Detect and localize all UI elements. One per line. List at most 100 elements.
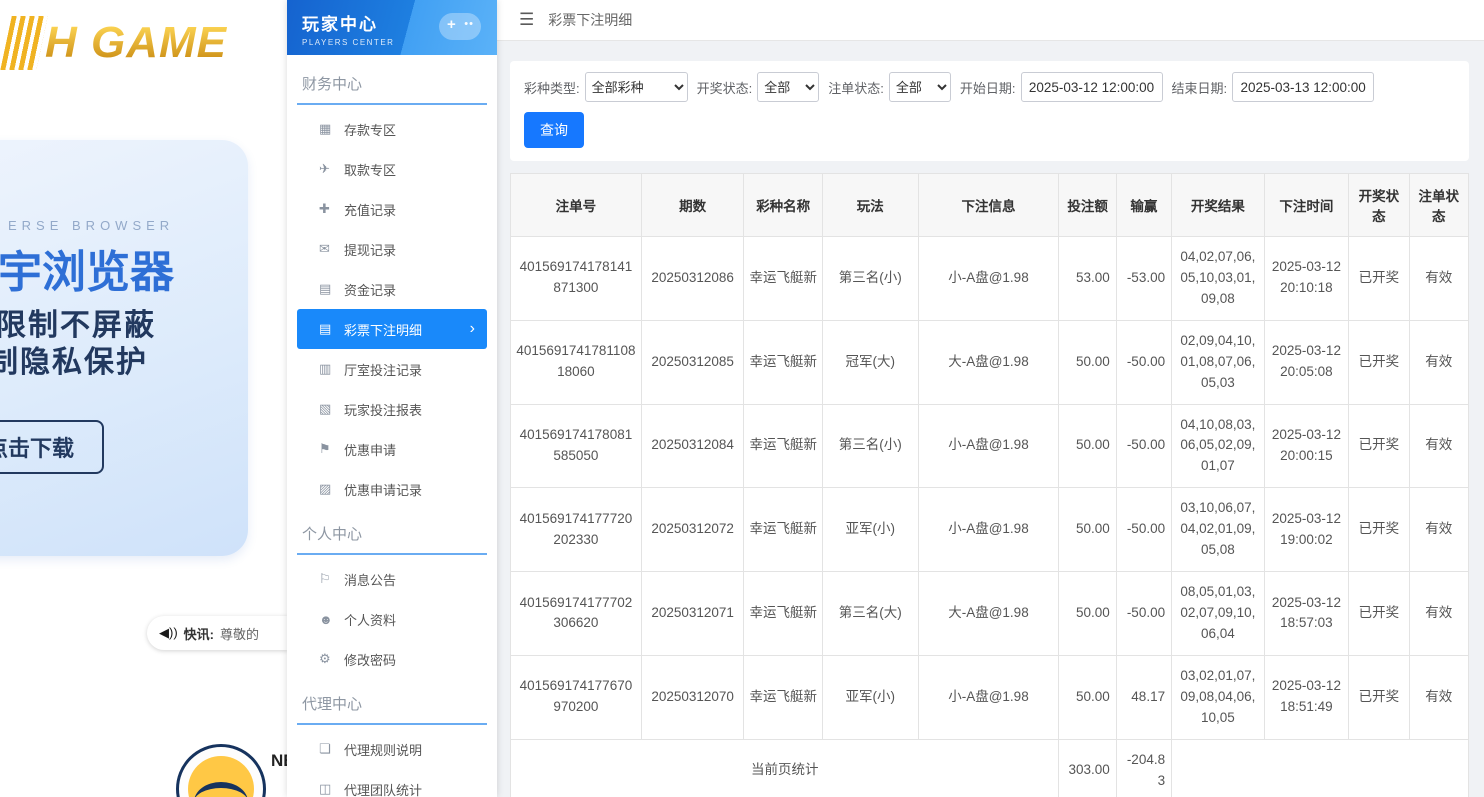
cell-amount: 50.00 [1059, 320, 1116, 404]
cell-result: 08,05,01,03,02,07,09,10,06,04 [1172, 572, 1265, 656]
filter-row: 彩种类型: 全部彩种 开奖状态: 全部 注单状态: 全部 开始日期: 结束日期: [524, 72, 1455, 102]
lottery-type-select[interactable]: 全部彩种 [585, 72, 688, 102]
sidebar-item-promo-record[interactable]: ▨优惠申请记录 [297, 469, 487, 509]
sidebar-item-funds[interactable]: ▤资金记录 [297, 269, 487, 309]
table-row: 40156917417770230662020250312071幸运飞艇新第三名… [511, 572, 1469, 656]
sidebar-item-doc[interactable]: ❏代理规则说明 [297, 729, 487, 769]
menu-icon[interactable]: ☰ [519, 10, 534, 30]
sidebar-item-label: 优惠申请记录 [344, 480, 422, 499]
sidebar-item-user[interactable]: ☻个人资料 [297, 599, 487, 639]
cell-result: 03,02,01,07,09,08,04,06,10,05 [1172, 655, 1265, 739]
table-row: 40156917417772020233020250312072幸运飞艇新亚军(… [511, 488, 1469, 572]
promo-icon: ⚑ [319, 441, 344, 457]
sidebar-item-label: 修改密码 [344, 650, 396, 669]
banner-subtitle-2: 制隐私保护 [0, 337, 148, 381]
sidebar-item-label: 资金记录 [344, 280, 396, 299]
end-date-label: 结束日期: [1172, 78, 1228, 97]
cell-period: 20250312084 [641, 404, 744, 488]
query-button[interactable]: 查询 [524, 112, 584, 148]
cell-play: 第三名(小) [822, 404, 918, 488]
sidebar-section-heading: 财务中心 [297, 67, 487, 105]
sidebar-item-label: 充值记录 [344, 200, 396, 219]
sidebar-item-lottery[interactable]: ▤彩票下注明细› [297, 309, 487, 349]
draw-status-select[interactable]: 全部 [757, 72, 819, 102]
cashout-icon: ✉ [319, 241, 344, 257]
filter-panel: 彩种类型: 全部彩种 开奖状态: 全部 注单状态: 全部 开始日期: 结束日期:… [510, 61, 1469, 161]
sidebar-item-bell[interactable]: ⚐消息公告 [297, 559, 487, 599]
sidebar-item-label: 个人资料 [344, 610, 396, 629]
background-page: H GAME ERSE BROWSER 宇浏览器 限制不屏蔽 制隐私保护 点击下… [0, 0, 287, 797]
order-status-select[interactable]: 全部 [889, 72, 951, 102]
sidebar-item-label: 代理规则说明 [344, 740, 422, 759]
logo-text: H GAME [45, 18, 227, 68]
news-marquee[interactable]: ◀)) 快讯: 尊敬的 [147, 616, 287, 650]
sidebar-item-label: 代理团队统计 [344, 780, 422, 797]
bet-table-card: 注单号期数彩种名称玩法下注信息投注额输赢开奖结果下注时间开奖状态注单状态 401… [510, 173, 1469, 797]
sidebar-item-promo[interactable]: ⚑优惠申请 [297, 429, 487, 469]
summary-label: 当前页统计 [511, 739, 1059, 797]
cell-order_status: 有效 [1409, 488, 1468, 572]
start-date-input[interactable] [1021, 72, 1163, 102]
cell-bet_info: 小-A盘@1.98 [918, 488, 1059, 572]
team-logo [176, 744, 266, 797]
sidebar-item-label: 厅室投注记录 [344, 360, 422, 379]
cell-lottery: 幸运飞艇新 [744, 404, 822, 488]
column-header: 输赢 [1116, 174, 1171, 237]
end-date-input[interactable] [1232, 72, 1374, 102]
cell-draw_status: 已开奖 [1349, 572, 1409, 656]
column-header: 彩种名称 [744, 174, 822, 237]
hall-icon: ▥ [319, 361, 344, 377]
summary-bet-total: 303.00 [1059, 739, 1116, 797]
download-button[interactable]: 点击下载 [0, 420, 104, 474]
cell-amount: 50.00 [1059, 572, 1116, 656]
cell-winloss: -50.00 [1116, 572, 1171, 656]
sidebar-item-cashout[interactable]: ✉提现记录 [297, 229, 487, 269]
column-header: 开奖状态 [1349, 174, 1409, 237]
sidebar-item-gear[interactable]: ⚙修改密码 [297, 639, 487, 679]
cell-period: 20250312086 [641, 237, 744, 321]
banner-title: 宇浏览器 [0, 236, 174, 300]
sidebar-item-label: 彩票下注明细 [344, 320, 422, 339]
cell-lottery: 幸运飞艇新 [744, 237, 822, 321]
cell-order_status: 有效 [1409, 404, 1468, 488]
sidebar-item-recharge[interactable]: ✚充值记录 [297, 189, 487, 229]
bell-icon: ⚐ [319, 571, 344, 587]
cell-order_no: 401569174177670970200 [511, 655, 642, 739]
cell-result: 03,10,06,07,04,02,01,09,05,08 [1172, 488, 1265, 572]
column-header: 期数 [641, 174, 744, 237]
cell-period: 20250312072 [641, 488, 744, 572]
cell-amount: 50.00 [1059, 404, 1116, 488]
table-row: 40156917417767097020020250312070幸运飞艇新亚军(… [511, 655, 1469, 739]
sidebar-item-label: 提现记录 [344, 240, 396, 259]
start-date-label: 开始日期: [960, 78, 1016, 97]
marquee-label: 快讯: [184, 624, 214, 643]
marquee-text: 尊敬的 [220, 624, 259, 643]
sidebar-item-label: 消息公告 [344, 570, 396, 589]
sidebar-item-hall[interactable]: ▥厅室投注记录 [297, 349, 487, 389]
sidebar-item-report[interactable]: ▧玩家投注报表 [297, 389, 487, 429]
cell-order_status: 有效 [1409, 572, 1468, 656]
cell-lottery: 幸运飞艇新 [744, 572, 822, 656]
cell-time: 2025-03-12 20:10:18 [1264, 237, 1349, 321]
cell-winloss: 48.17 [1116, 655, 1171, 739]
sidebar-item-deposit[interactable]: ▦存款专区 [297, 109, 487, 149]
cell-bet_info: 大-A盘@1.98 [918, 572, 1059, 656]
cell-draw_status: 已开奖 [1349, 320, 1409, 404]
sidebar-item-team[interactable]: ◫代理团队统计 [297, 769, 487, 797]
cell-play: 第三名(小) [822, 237, 918, 321]
summary-empty [1172, 739, 1469, 797]
cell-lottery: 幸运飞艇新 [744, 655, 822, 739]
sidebar-item-withdraw[interactable]: ✈取款专区 [297, 149, 487, 189]
cell-bet_info: 大-A盘@1.98 [918, 320, 1059, 404]
cell-time: 2025-03-12 19:00:02 [1264, 488, 1349, 572]
speaker-icon: ◀)) [159, 625, 178, 641]
summary-winloss-total: -204.83 [1116, 739, 1171, 797]
cell-lottery: 幸运飞艇新 [744, 488, 822, 572]
column-header: 下注信息 [918, 174, 1059, 237]
team-name-text: NE [271, 751, 287, 771]
column-header: 玩法 [822, 174, 918, 237]
sidebar-item-label: 存款专区 [344, 120, 396, 139]
sidebar-header: 玩家中心 PLAYERS CENTER [287, 0, 497, 55]
table-row: 40156917417808158505020250312084幸运飞艇新第三名… [511, 404, 1469, 488]
deposit-icon: ▦ [319, 121, 344, 137]
